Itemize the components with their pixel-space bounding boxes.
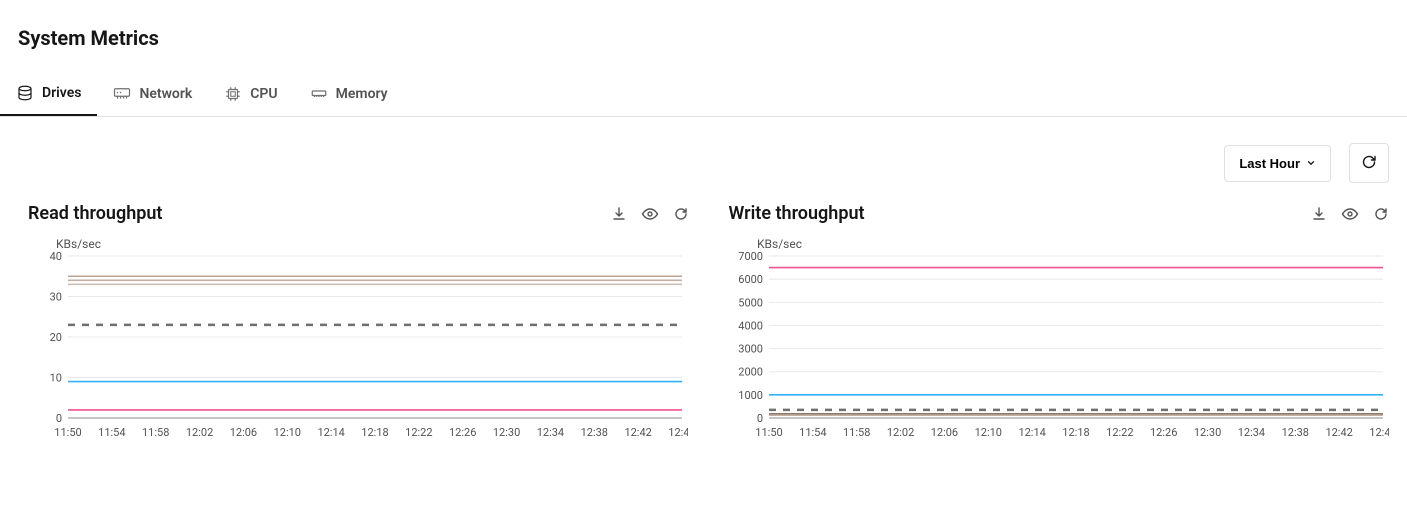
chart-actions xyxy=(611,206,689,222)
refresh-icon[interactable] xyxy=(673,206,689,222)
xtick-label: 11:50 xyxy=(54,426,81,439)
ytick-label: 6000 xyxy=(738,273,763,286)
ytick-label: 10 xyxy=(50,372,62,385)
ytick-label: 4000 xyxy=(738,319,763,332)
xtick-label: 12:10 xyxy=(974,426,1001,439)
chart-ylabel: KBs/sec xyxy=(56,237,101,251)
ytick-label: 5000 xyxy=(738,296,763,309)
xtick-label: 12:02 xyxy=(886,426,913,439)
xtick-label: 12:14 xyxy=(317,426,344,439)
xtick-label: 11:58 xyxy=(843,426,870,439)
xtick-label: 12:10 xyxy=(274,426,301,439)
tab-network[interactable]: Network xyxy=(97,71,208,115)
eye-icon[interactable] xyxy=(641,206,659,222)
tab-bar: Drives Network CPU Memory xyxy=(0,70,1407,117)
chart-svg: KBs/sec 0 1000 2000 3000 4000 5000 6000 7000 11:5… xyxy=(729,232,1389,442)
charts-toolbar: Last Hour xyxy=(0,117,1407,183)
download-icon[interactable] xyxy=(611,206,627,222)
ytick-label: 0 xyxy=(756,412,762,425)
xtick-label: 12:06 xyxy=(230,426,257,439)
xtick-label: 12:22 xyxy=(1106,426,1133,439)
xtick-label: 12:06 xyxy=(930,426,957,439)
network-icon xyxy=(113,85,131,103)
ytick-label: 30 xyxy=(50,291,62,304)
cpu-icon xyxy=(224,85,242,103)
tab-memory[interactable]: Memory xyxy=(294,71,404,115)
ytick-label: 40 xyxy=(50,250,62,263)
xtick-label: 12:18 xyxy=(1062,426,1089,439)
ytick-label: 2000 xyxy=(738,366,763,379)
xtick-label: 12:38 xyxy=(1281,426,1308,439)
xtick-label: 12:42 xyxy=(624,426,651,439)
chart-ylabel: KBs/sec xyxy=(757,237,802,251)
tab-label: Network xyxy=(139,86,192,102)
xtick-label: 11:54 xyxy=(98,426,125,439)
chart-plot: KBs/sec 0 10 20 30 40 11:50 11:54 11:58 12:02 12:0… xyxy=(28,232,689,442)
chart-actions xyxy=(1311,206,1389,222)
chart-plot: KBs/sec 0 1000 2000 3000 4000 5000 6000 7000 11:5… xyxy=(729,232,1390,442)
chart-title: Read throughput xyxy=(28,203,162,224)
time-range-dropdown[interactable]: Last Hour xyxy=(1224,145,1331,182)
memory-icon xyxy=(310,85,328,103)
xtick-label: 11:58 xyxy=(142,426,169,439)
xtick-label: 12:30 xyxy=(1193,426,1220,439)
xtick-label: 12:26 xyxy=(1150,426,1177,439)
refresh-icon[interactable] xyxy=(1373,206,1389,222)
drives-icon xyxy=(16,84,34,102)
xtick-label: 12:22 xyxy=(405,426,432,439)
xtick-label: 12:18 xyxy=(361,426,388,439)
chart-card-write: Write throughput KBs/sec 0 1000 2000 3000 400… xyxy=(729,203,1390,442)
xtick-label: 12:42 xyxy=(1325,426,1352,439)
xtick-label: 12:30 xyxy=(493,426,520,439)
tab-cpu[interactable]: CPU xyxy=(208,71,293,115)
xtick-label: 12:34 xyxy=(537,426,564,439)
tab-label: Memory xyxy=(336,86,388,102)
xtick-label: 12:14 xyxy=(1018,426,1045,439)
xtick-label: 12:26 xyxy=(449,426,476,439)
page-title: System Metrics xyxy=(0,0,1407,70)
ytick-label: 20 xyxy=(50,331,62,344)
ytick-label: 7000 xyxy=(738,250,763,263)
time-range-label: Last Hour xyxy=(1239,156,1300,171)
refresh-all-button[interactable] xyxy=(1349,143,1389,183)
xtick-label: 12:46 xyxy=(668,426,688,439)
chart-header: Write throughput xyxy=(729,203,1390,224)
charts-row: Read throughput KBs/sec 0 10 20 30 40 11:50 11:… xyxy=(0,183,1407,442)
refresh-icon xyxy=(1361,154,1377,173)
tab-drives[interactable]: Drives xyxy=(0,70,97,116)
chart-card-read: Read throughput KBs/sec 0 10 20 30 40 11:50 11:… xyxy=(28,203,689,442)
xtick-label: 11:50 xyxy=(755,426,782,439)
xtick-label: 12:46 xyxy=(1369,426,1389,439)
tab-label: Drives xyxy=(42,85,81,101)
eye-icon[interactable] xyxy=(1341,206,1359,222)
chart-title: Write throughput xyxy=(729,203,865,224)
xtick-label: 11:54 xyxy=(799,426,826,439)
xtick-label: 12:02 xyxy=(186,426,213,439)
chart-header: Read throughput xyxy=(28,203,689,224)
ytick-label: 1000 xyxy=(738,389,763,402)
ytick-label: 3000 xyxy=(738,343,763,356)
download-icon[interactable] xyxy=(1311,206,1327,222)
chevron-down-icon xyxy=(1306,156,1316,171)
ytick-label: 0 xyxy=(56,412,62,425)
tab-label: CPU xyxy=(250,86,277,102)
xtick-label: 12:38 xyxy=(581,426,608,439)
chart-svg: KBs/sec 0 10 20 30 40 11:50 11:54 11:58 12:02 12:0… xyxy=(28,232,688,442)
xtick-label: 12:34 xyxy=(1237,426,1264,439)
